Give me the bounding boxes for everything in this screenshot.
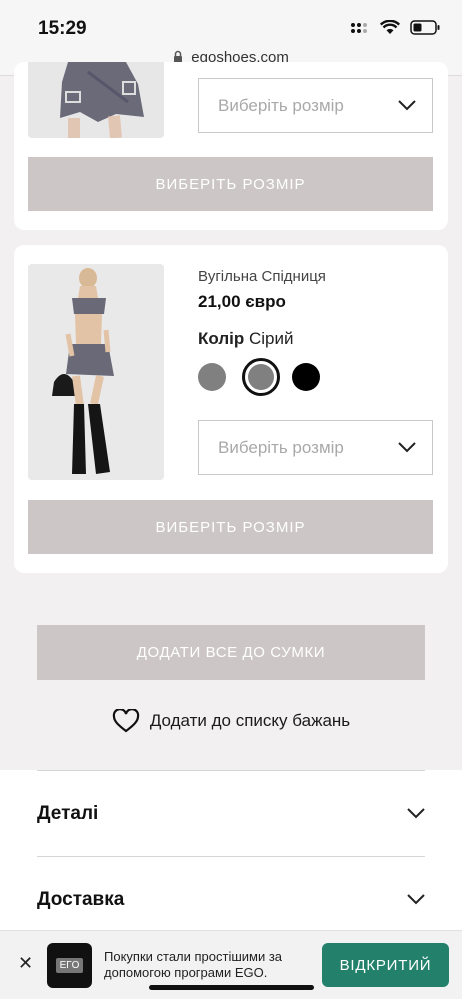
color-label: Колір Сірий xyxy=(198,329,294,349)
chevron-down-icon xyxy=(398,100,416,111)
ego-logo-text: EГO xyxy=(55,958,84,973)
color-label-key: Колір xyxy=(198,329,245,348)
battery-icon xyxy=(410,20,440,35)
add-to-wishlist-link[interactable]: Додати до списку бажань xyxy=(0,704,462,738)
ego-app-logo: EГO xyxy=(47,943,92,988)
wishlist-label: Додати до списку бажань xyxy=(149,711,351,730)
product-info-accordion: Деталі Доставка xyxy=(0,770,462,930)
product-image[interactable] xyxy=(28,264,164,480)
home-indicator xyxy=(149,985,314,990)
size-select-placeholder: Виберіть розмір xyxy=(218,95,344,115)
heart-icon xyxy=(112,709,140,733)
banner-text: Покупки стали простішими за допомогою пр… xyxy=(104,949,283,980)
close-icon[interactable]: ✕ xyxy=(18,953,33,974)
chevron-down-icon xyxy=(407,808,425,819)
cellular-signal-icon xyxy=(351,22,367,33)
wifi-icon xyxy=(380,20,400,34)
size-select-placeholder: Виберіть розмір xyxy=(218,437,344,457)
color-swatch-grey[interactable] xyxy=(198,363,226,391)
accordion-details-label: Деталі xyxy=(37,802,99,824)
skirt-photo-image xyxy=(28,62,164,138)
status-time: 15:29 xyxy=(38,18,87,39)
size-select[interactable]: Виберіть розмір xyxy=(198,78,433,133)
color-swatch-black[interactable] xyxy=(292,363,320,391)
select-size-button[interactable]: ВИБЕРІТЬ РОЗМІР xyxy=(28,500,433,554)
size-select[interactable]: Виберіть розмір xyxy=(198,420,433,475)
color-value: Сірий xyxy=(248,329,294,348)
product-card-previous: Виберіть розмір ВИБЕРІТЬ РОЗМІР xyxy=(14,62,448,230)
chevron-down-icon xyxy=(407,894,425,905)
product-card: Вугільна Спідниця 21,00 євро Колір Сірий… xyxy=(14,245,448,573)
accordion-details[interactable]: Деталі xyxy=(37,770,425,856)
select-size-button[interactable]: ВИБЕРІТЬ РОЗМІР xyxy=(28,157,433,211)
add-all-to-bag-button[interactable]: ДОДАТИ ВСЕ ДО СУМКИ xyxy=(37,625,425,680)
chevron-down-icon xyxy=(398,442,416,453)
open-app-button[interactable]: ВІДКРИТИЙ xyxy=(322,943,449,987)
model-photo-image xyxy=(28,264,164,480)
color-swatch-grey-selected[interactable] xyxy=(242,358,280,396)
accordion-delivery-label: Доставка xyxy=(37,888,125,910)
product-name[interactable]: Вугільна Спідниця xyxy=(198,268,326,285)
product-image[interactable] xyxy=(28,62,164,138)
product-price: 21,00 євро xyxy=(198,292,286,311)
